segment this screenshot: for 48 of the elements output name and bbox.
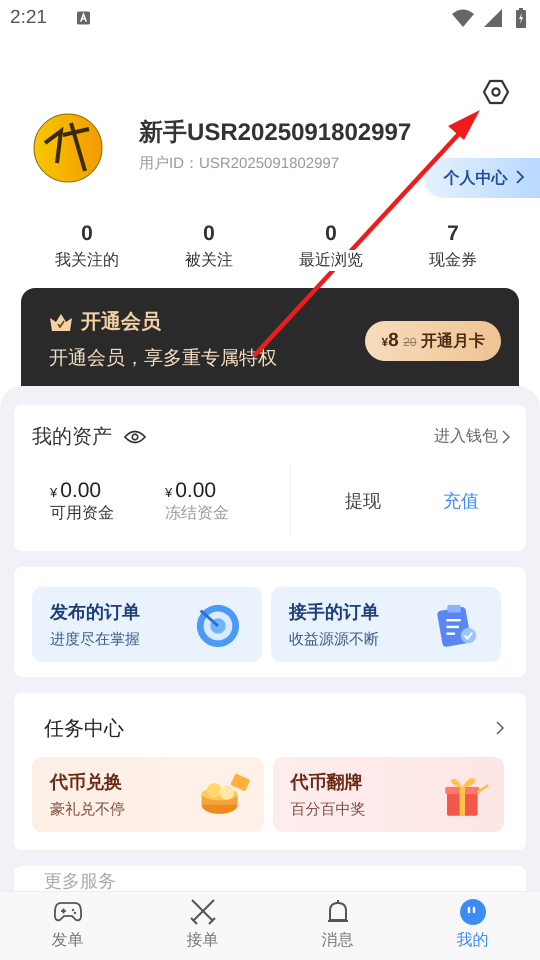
nav-tab[interactable]: 消息	[270, 892, 405, 960]
stat-value: 7	[447, 222, 459, 246]
balance-label: 冻结资金	[165, 504, 230, 524]
crossed-swords-icon	[188, 898, 218, 926]
settings-icon[interactable]	[482, 78, 510, 106]
order-title: 发布的订单	[50, 601, 140, 624]
balance-amount: ¥0.00	[165, 478, 218, 502]
chevron-right-icon	[516, 170, 524, 184]
status-time: 2:21	[10, 7, 47, 29]
profile-center-button[interactable]: 个人中心	[424, 158, 540, 198]
assets-title: 我的资产	[32, 425, 112, 450]
task-center-title: 任务中心	[44, 716, 124, 742]
task-title: 代币兑换	[50, 771, 123, 794]
stat-label[interactable]: 最近浏览	[299, 250, 363, 271]
order-subtitle: 进度尽在掌握	[50, 630, 140, 649]
order-tile[interactable]: 发布的订单 进度尽在掌握	[32, 587, 262, 662]
vip-title: 开通会员	[81, 310, 161, 335]
balance-amount: ¥0.00	[50, 478, 102, 502]
wifi-icon	[452, 9, 474, 27]
crown-icon	[49, 312, 73, 332]
task-tile[interactable]: 代币兑换 豪礼兑不停	[32, 757, 264, 832]
user-name: 新手USR2025091802997	[139, 118, 412, 148]
order-tile[interactable]: 接手的订单 收益源源不断	[271, 587, 501, 662]
eye-icon[interactable]	[124, 428, 146, 444]
nav-tab[interactable]: 接单	[135, 892, 270, 960]
battery-icon	[516, 8, 526, 28]
monthly-card-button[interactable]: ¥8 20 开通月卡	[365, 321, 501, 361]
task-tile[interactable]: 代币翻牌 百分百中奖	[272, 757, 504, 832]
avatar	[33, 113, 103, 183]
user-id: 用户ID：USR2025091802997	[139, 154, 340, 172]
wallet-link[interactable]: 进入钱包	[434, 426, 498, 447]
more-services-title: 更多服务	[44, 871, 116, 891]
chevron-right-icon[interactable]	[496, 721, 504, 735]
signal-icon	[482, 9, 504, 27]
nav-tab[interactable]: 发单	[0, 892, 135, 960]
order-subtitle: 收益源源不断	[289, 630, 379, 649]
balance-label: 可用资金	[50, 504, 115, 524]
order-title: 接手的订单	[289, 601, 379, 624]
notification-icon	[76, 11, 90, 25]
task-subtitle: 百分百中奖	[290, 800, 366, 819]
stat-value: 0	[81, 222, 93, 246]
profile-face-icon	[458, 898, 488, 926]
task-subtitle: 豪礼兑不停	[50, 800, 125, 819]
chevron-right-icon	[502, 430, 510, 444]
task-title: 代币翻牌	[290, 771, 364, 794]
stat-value: 0	[325, 222, 337, 246]
stat-value: 0	[203, 222, 215, 246]
withdraw-button[interactable]: 提现	[325, 489, 409, 513]
